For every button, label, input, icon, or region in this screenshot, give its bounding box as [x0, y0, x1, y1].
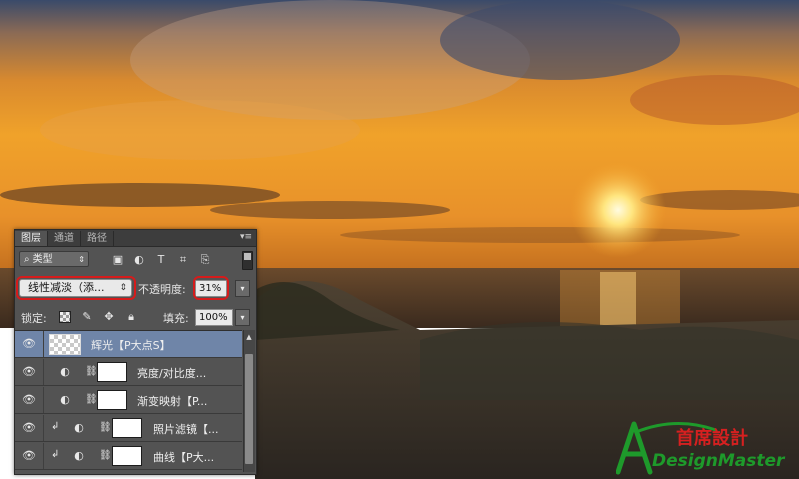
- smartobject-filter-icon[interactable]: ⎘: [199, 254, 211, 265]
- lock-brush-icon[interactable]: ✎: [81, 311, 93, 323]
- blend-row: 线性减淡（添... ⇕ 不透明度: 31% ▾: [15, 276, 256, 300]
- adjustment-icon: ◐: [74, 449, 84, 462]
- search-icon: ⌕: [24, 254, 30, 265]
- fill-dropdown-icon[interactable]: ▾: [235, 309, 250, 326]
- lock-move-icon[interactable]: ✥: [103, 311, 115, 323]
- adjustment-filter-icon[interactable]: ◐: [133, 254, 145, 265]
- blend-highlight: [16, 276, 136, 300]
- lock-row: 锁定: ✎ ✥ 🔒︎ 填充: 100% ▾: [15, 306, 256, 328]
- image-filter-icon[interactable]: ▣: [112, 254, 124, 265]
- tab-paths[interactable]: 路径: [81, 231, 114, 246]
- panel-menu-icon[interactable]: ▾≡: [240, 232, 252, 242]
- layer-thumbnail: [49, 334, 81, 355]
- scrollbar-thumb[interactable]: [245, 354, 253, 464]
- filter-kind-label: 类型: [32, 254, 53, 265]
- clip-arrow-icon: ↲: [51, 421, 60, 432]
- layer-name: 亮度/对比度...: [137, 367, 207, 380]
- layer-name: 渐变映射【P...: [137, 395, 208, 408]
- layer-row[interactable]: 👁︎ ◐ ⛓︎ 渐变映射【P...: [15, 387, 242, 414]
- tab-layers[interactable]: 图层: [15, 231, 48, 246]
- logo-sub-text: DesignMaster: [652, 451, 786, 471]
- eye-icon[interactable]: 👁︎: [22, 450, 36, 462]
- layer-row[interactable]: 👁︎ ↲ ◐ ⛓︎ 曲线【P大...: [15, 443, 242, 470]
- opacity-highlight: [193, 276, 229, 300]
- designmaster-logo: 首席設計 DesignMaster: [616, 421, 786, 475]
- layer-scrollbar[interactable]: ▲: [243, 330, 255, 472]
- link-icon: ⛓︎: [85, 366, 98, 377]
- layer-mask: [97, 362, 127, 382]
- link-icon: ⛓︎: [99, 450, 112, 461]
- lock-label: 锁定:: [21, 312, 47, 325]
- layer-mask: [97, 390, 127, 410]
- tab-channels[interactable]: 通道: [48, 231, 81, 246]
- link-icon: ⛓︎: [85, 394, 98, 405]
- layer-row[interactable]: 👁︎ ↲ ◐ ⛓︎ 照片滤镜【...: [15, 415, 242, 442]
- shape-filter-icon[interactable]: ⌗: [177, 254, 189, 265]
- layer-mask: [112, 446, 142, 466]
- filter-toggle[interactable]: [242, 251, 253, 270]
- fill-label: 填充:: [163, 312, 189, 325]
- filter-kind-select[interactable]: ⌕ 类型 ⇕: [19, 251, 89, 267]
- layer-mask: [112, 418, 142, 438]
- adjustment-icon: ◐: [60, 393, 70, 406]
- eye-icon[interactable]: 👁︎: [22, 338, 36, 350]
- layer-name: 曲线【P大...: [153, 451, 215, 464]
- fill-input[interactable]: 100%: [195, 309, 233, 326]
- eye-icon[interactable]: 👁︎: [22, 422, 36, 434]
- scroll-up-icon[interactable]: ▲: [245, 332, 253, 342]
- filter-row: ⌕ 类型 ⇕ ▣ ◐ T ⌗ ⎘: [15, 248, 256, 272]
- clip-arrow-icon: ↲: [51, 449, 60, 460]
- layer-list: 👁︎ 辉光【P大点S】 👁︎ ◐ ⛓︎ 亮度/对比度... 👁︎ ◐ ⛓︎ 渐变…: [15, 330, 242, 473]
- layer-name: 辉光【P大点S】: [91, 339, 171, 352]
- layer-name: 照片滤镜【...: [153, 423, 219, 436]
- link-icon: ⛓︎: [99, 422, 112, 433]
- layer-row[interactable]: 👁︎ ◐ ⛓︎ 亮度/对比度...: [15, 359, 242, 386]
- updown-icon: ⇕: [78, 255, 85, 264]
- layers-panel: 图层 通道 路径 ▾≡ ⌕ 类型 ⇕ ▣ ◐ T ⌗ ⎘ 线性减淡（添... ⇕ …: [14, 229, 257, 475]
- lock-all-icon[interactable]: 🔒︎: [125, 311, 137, 323]
- opacity-label: 不透明度:: [138, 283, 186, 296]
- layer-row[interactable]: 👁︎ 辉光【P大点S】: [15, 331, 242, 358]
- panel-tabs: 图层 通道 路径 ▾≡: [15, 230, 256, 247]
- logo-brand-text: 首席設計: [676, 427, 748, 449]
- eye-icon[interactable]: 👁︎: [22, 394, 36, 406]
- type-filter-icon[interactable]: T: [155, 254, 167, 265]
- adjustment-icon: ◐: [60, 365, 70, 378]
- lock-transparency-icon[interactable]: [59, 311, 71, 323]
- adjustment-icon: ◐: [74, 421, 84, 434]
- eye-icon[interactable]: 👁︎: [22, 366, 36, 378]
- opacity-dropdown-icon[interactable]: ▾: [235, 280, 250, 297]
